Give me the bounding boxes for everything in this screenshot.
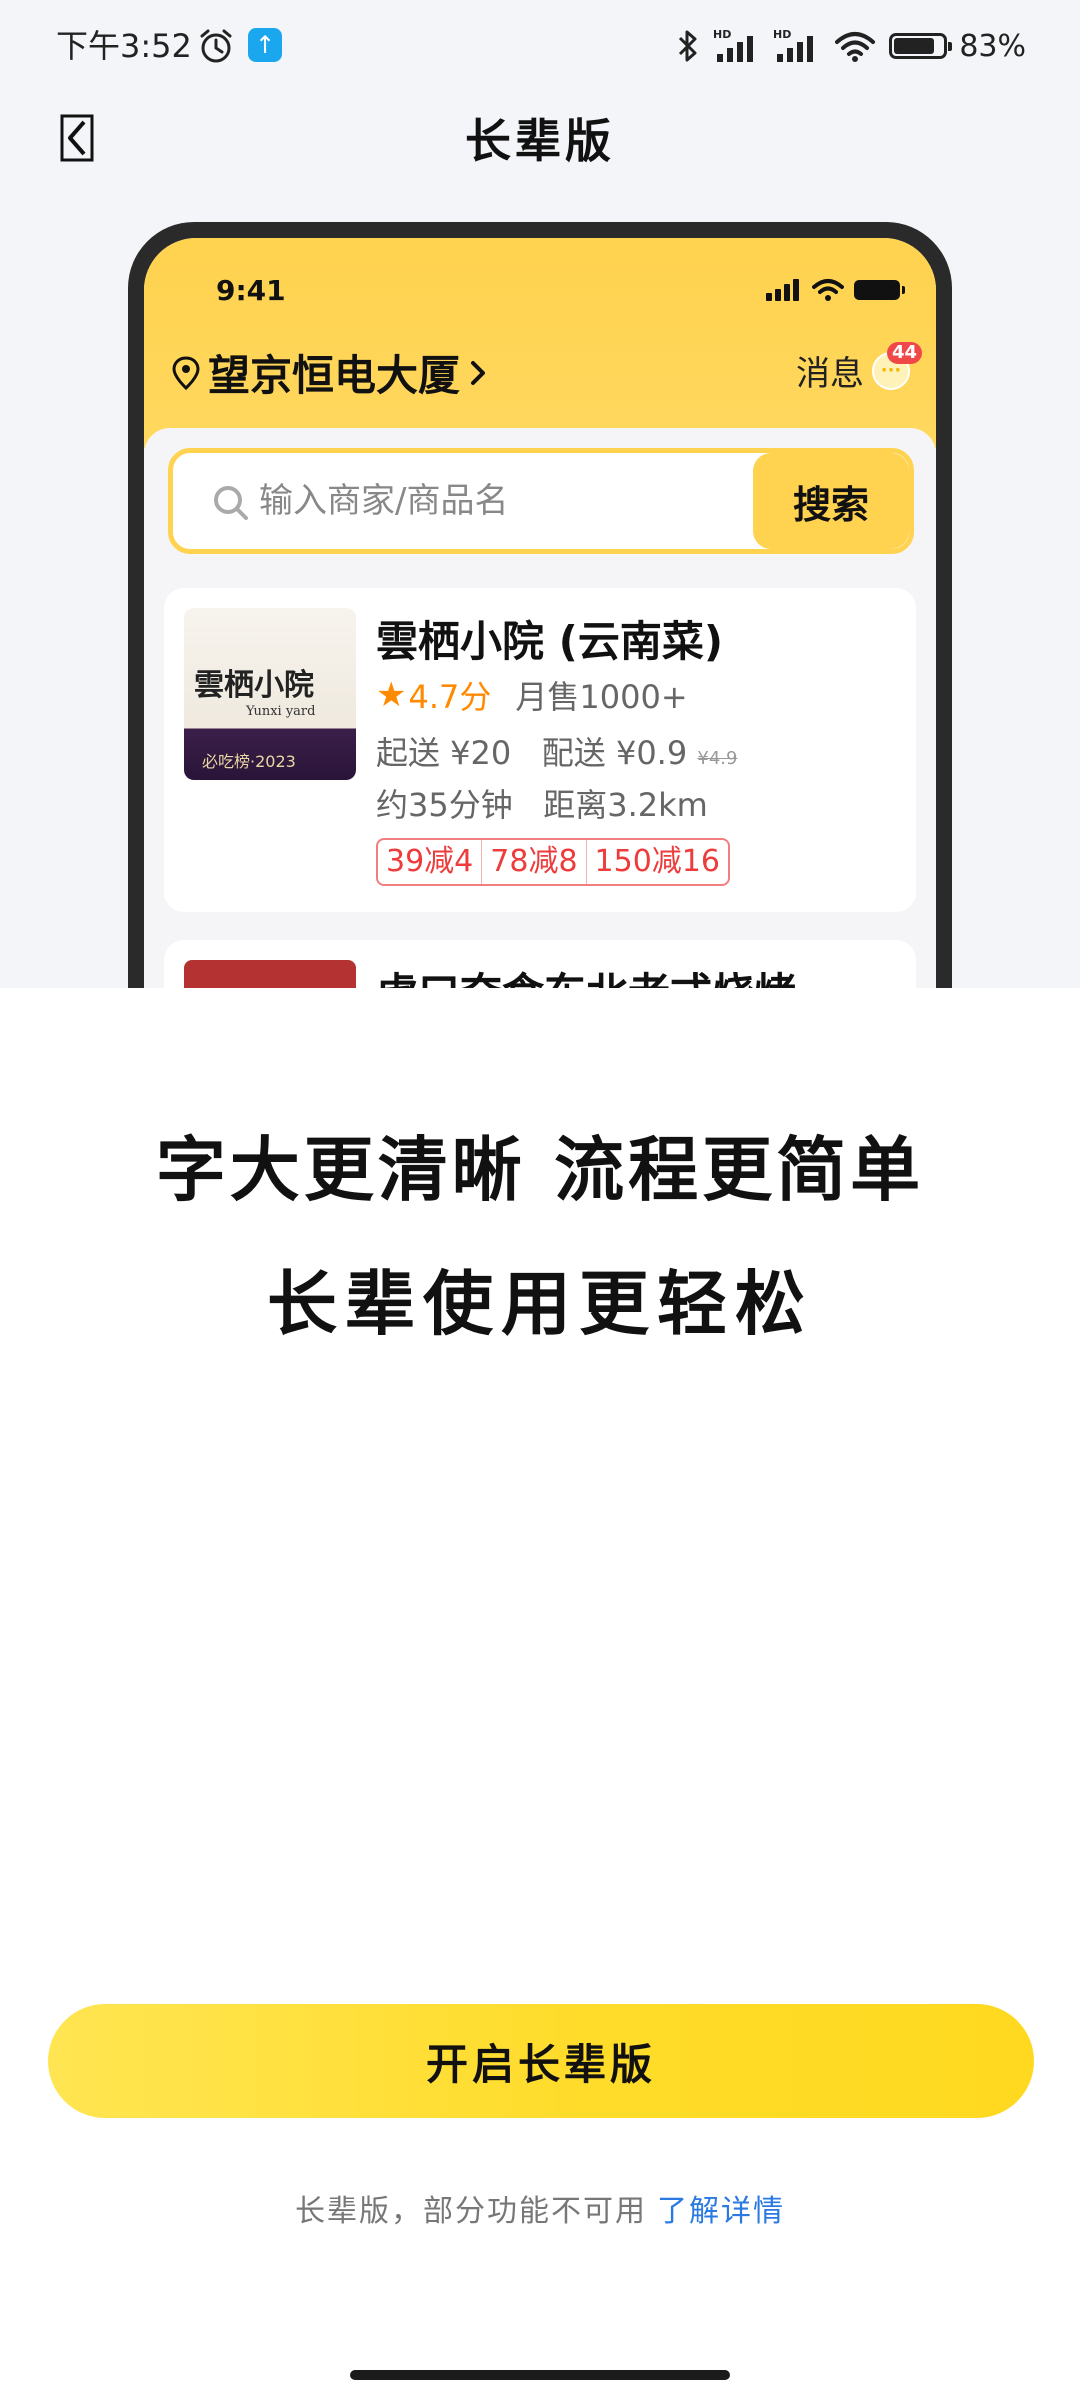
messages-button[interactable]: 消息 ··· 44: [796, 341, 922, 395]
signal-1-icon: HD: [713, 28, 761, 64]
preview-wifi-icon: [812, 279, 844, 301]
status-bar: 下午3:52 ↑ HD HD 83%: [0, 0, 1080, 92]
store-card[interactable]: 虎口夺食东北老式烧烤: [164, 940, 916, 988]
delivery-fee: 配送 ¥0.9: [541, 734, 688, 772]
location-selector[interactable]: 望京恒电大厦: [172, 342, 488, 403]
home-indicator[interactable]: [350, 2370, 730, 2380]
preview-header: 9:41 望京恒电大厦 消息 ··· 44: [144, 238, 936, 448]
store-name: 虎口夺食东北老式烧烤: [376, 960, 796, 988]
preview-status-icons: [766, 278, 905, 302]
delivery-eta: 约35分钟: [376, 786, 513, 824]
chat-bubble-icon: ··· 44: [872, 341, 922, 390]
store-rating-row: ★ 4.7分 月售1000+: [376, 672, 688, 718]
store-sales: 月售1000+: [515, 678, 688, 716]
location-pin-icon: [172, 355, 200, 390]
headline-primary: 字大更清晰 流程更简单: [155, 1128, 925, 1211]
battery-percent: 83%: [959, 28, 1026, 64]
battery-icon: [889, 33, 953, 59]
thumbnail-award: 必吃榜·2023: [202, 752, 296, 771]
store-name: 雲栖小院 (云南菜): [376, 617, 724, 666]
messages-badge: 44: [886, 341, 922, 364]
headline-secondary: 长辈使用更轻松: [267, 1262, 813, 1345]
store-distance: 距离3.2km: [543, 786, 708, 824]
promo-tag: 78减8: [482, 840, 587, 884]
preview-battery-icon: [854, 280, 905, 300]
location-label: 望京恒电大厦: [208, 351, 461, 400]
thumbnail-brand: 雲栖小院: [194, 668, 314, 703]
store-rating: 4.7分: [408, 678, 492, 716]
alarm-icon: [196, 26, 236, 66]
promo-tags: 39减4 78减8 150减16: [376, 838, 730, 886]
star-icon: ★: [376, 675, 407, 715]
page-title: 长辈版: [465, 114, 615, 168]
preview-time: 9:41: [216, 274, 286, 307]
min-order: 起送 ¥20: [376, 734, 512, 772]
store-time-row: 约35分钟 距离3.2km: [376, 780, 708, 826]
chevron-right-icon: [471, 360, 486, 385]
store-thumbnail: 雲栖小院 Yunxi yard 必吃榜·2023: [184, 608, 356, 780]
search-button[interactable]: 搜索: [753, 453, 909, 549]
store-fee-row: 起送 ¥20 配送 ¥0.9 ¥4.9: [376, 728, 737, 774]
search-bar: 搜索: [168, 448, 914, 554]
svg-text:HD: HD: [773, 28, 791, 41]
store-card[interactable]: 雲栖小院 Yunxi yard 必吃榜·2023 雲栖小院 (云南菜) ★ 4.…: [164, 588, 916, 912]
upload-notification-icon: ↑: [248, 28, 282, 62]
search-icon: [214, 486, 248, 520]
phone-preview: 9:41 望京恒电大厦 消息 ··· 44 输入商家/商品名 搜索 雲栖小院 Y…: [128, 222, 952, 988]
footnote-text: 长辈版，部分功能不可用: [295, 2194, 647, 2229]
promo-tag: 150减16: [594, 844, 720, 879]
enable-elder-mode-button[interactable]: 开启长辈版: [48, 2004, 1034, 2118]
search-input[interactable]: [259, 481, 559, 521]
top-area: 下午3:52 ↑ HD HD 83% 长辈版 9:41 望京恒电大厦 消息 ··…: [0, 0, 1080, 988]
signal-2-icon: HD: [773, 28, 821, 64]
original-fee: ¥4.9: [697, 748, 738, 769]
battery-fill: [894, 38, 935, 54]
messages-label: 消息: [796, 354, 864, 394]
phone-screen: 9:41 望京恒电大厦 消息 ··· 44 输入商家/商品名 搜索 雲栖小院 Y…: [144, 238, 936, 988]
store-thumbnail: [184, 960, 356, 988]
learn-more-link[interactable]: 了解详情: [657, 2194, 785, 2229]
bluetooth-icon: [675, 28, 701, 64]
footnote: 长辈版，部分功能不可用 了解详情: [0, 2186, 1080, 2230]
thumbnail-subtitle: Yunxi yard: [246, 704, 316, 719]
status-time: 下午3:52: [56, 27, 192, 65]
preview-body: 搜索 雲栖小院 Yunxi yard 必吃榜·2023 雲栖小院 (云南菜) ★…: [144, 428, 936, 988]
promo-tag: 39减4: [378, 840, 483, 884]
status-indicators: HD HD 83%: [675, 22, 1026, 70]
svg-text:HD: HD: [713, 28, 731, 41]
preview-signal-icon: [766, 279, 799, 301]
wifi-icon: [833, 28, 877, 64]
